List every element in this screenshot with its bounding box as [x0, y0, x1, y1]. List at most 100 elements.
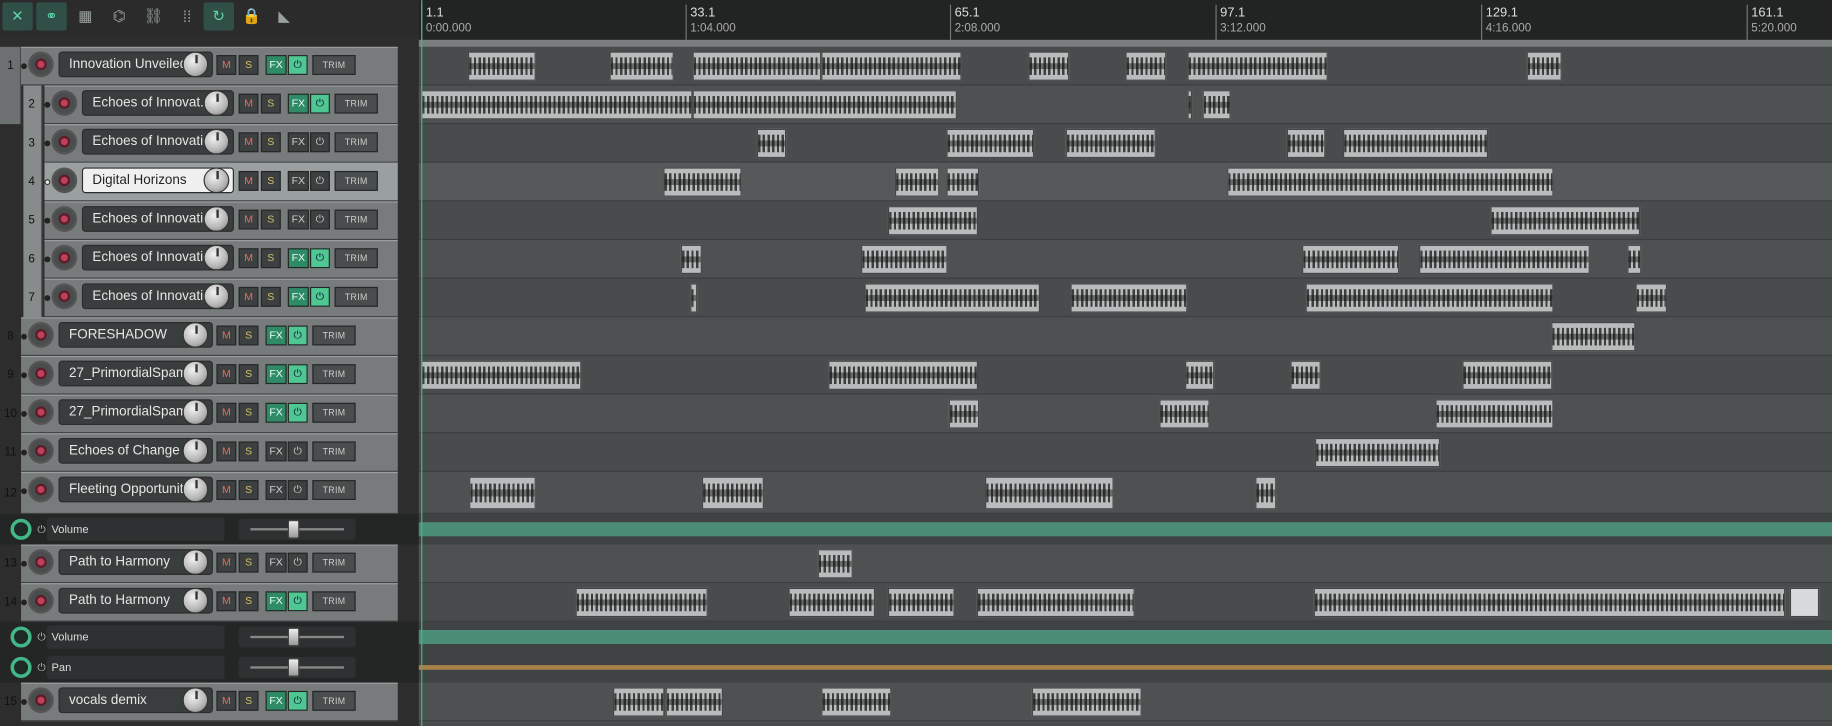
track-select-dot[interactable] [44, 140, 51, 147]
fx-button[interactable]: FX [287, 93, 309, 114]
track-select-dot[interactable] [44, 217, 51, 224]
trim-automation-button[interactable]: TRIM [312, 690, 356, 711]
record-arm-icon[interactable] [51, 167, 78, 194]
track-select-dot[interactable] [21, 488, 27, 495]
media-item[interactable] [1551, 322, 1636, 352]
fx-button[interactable]: FX [265, 325, 287, 346]
media-item[interactable] [1028, 51, 1070, 81]
track-select-dot[interactable] [21, 333, 27, 340]
mute-button[interactable]: M [238, 93, 259, 114]
fx-bypass-button[interactable]: ⏻ [310, 248, 330, 269]
solo-button[interactable]: S [238, 55, 259, 75]
record-arm-icon[interactable] [28, 587, 54, 614]
media-item[interactable] [613, 687, 665, 717]
fx-button[interactable]: FX [287, 209, 309, 230]
track-header-1[interactable]: 1 Innovation Unveiled M S FX ⏻ TRIM [0, 46, 419, 86]
mute-button[interactable]: M [216, 55, 237, 75]
media-item[interactable] [1435, 399, 1554, 429]
record-arm-icon[interactable] [28, 322, 54, 348]
mute-button[interactable]: M [216, 552, 237, 573]
media-item[interactable] [1286, 128, 1326, 159]
track-header-6[interactable]: 6 Echoes of Innovation M S FX ⏻ TRIM [0, 240, 419, 279]
media-item[interactable] [575, 587, 708, 618]
trim-automation-button[interactable]: TRIM [334, 248, 378, 269]
volume-knob-icon[interactable] [203, 167, 230, 194]
media-item[interactable] [828, 360, 979, 390]
envelope-line[interactable] [418, 522, 1832, 537]
media-item[interactable] [467, 51, 536, 81]
record-arm-icon[interactable] [28, 549, 54, 575]
solo-button[interactable]: S [260, 248, 281, 269]
track-lane-11[interactable] [418, 433, 1832, 472]
track-lane-12[interactable] [418, 471, 1832, 515]
fx-bypass-button[interactable]: ⏻ [287, 441, 308, 462]
envelope-fader[interactable] [238, 656, 356, 678]
volume-knob-icon[interactable] [182, 549, 209, 575]
record-arm-icon[interactable] [28, 687, 54, 714]
mute-button[interactable]: M [216, 325, 237, 346]
media-item[interactable] [976, 587, 1135, 618]
solo-button[interactable]: S [238, 364, 259, 385]
media-item[interactable] [1627, 244, 1642, 275]
envelope-bypass-icon[interactable]: ⏻ [37, 523, 45, 536]
trim-automation-button[interactable]: TRIM [312, 591, 356, 612]
media-item[interactable] [665, 687, 723, 717]
trim-automation-button[interactable]: TRIM [312, 325, 356, 346]
media-item[interactable] [680, 244, 702, 275]
envelope-lane-pan[interactable] [418, 652, 1832, 683]
envelope-fader[interactable] [238, 626, 356, 648]
fx-bypass-button[interactable]: ⏻ [287, 364, 308, 385]
mute-button[interactable]: M [238, 286, 259, 307]
media-item[interactable] [1031, 687, 1142, 717]
media-item[interactable] [1185, 360, 1215, 390]
media-item[interactable] [1462, 360, 1553, 390]
fx-button[interactable]: FX [287, 132, 309, 153]
media-item[interactable] [1255, 476, 1277, 510]
item-grouping-icon[interactable]: ⚭ [36, 2, 67, 31]
fx-bypass-button[interactable]: ⏻ [310, 93, 330, 114]
track-header-5[interactable]: 5 Echoes of Innovation M S FX ⏻ TRIM [0, 201, 419, 241]
media-item[interactable] [1313, 587, 1786, 618]
envelope-active-icon[interactable] [10, 656, 32, 678]
fader-thumb[interactable] [287, 658, 300, 677]
fx-button[interactable]: FX [265, 591, 287, 612]
media-item[interactable] [1065, 128, 1156, 159]
mute-button[interactable]: M [238, 248, 259, 269]
media-item[interactable] [946, 128, 1035, 159]
solo-button[interactable]: S [260, 170, 281, 191]
fx-button[interactable]: FX [265, 690, 287, 711]
solo-button[interactable]: S [238, 325, 259, 346]
media-item[interactable] [469, 476, 536, 510]
media-item[interactable] [985, 476, 1114, 510]
envelope-header-volume[interactable]: ⏻ Volume [0, 514, 419, 545]
trim-automation-button[interactable]: TRIM [334, 286, 378, 307]
volume-knob-icon[interactable] [182, 399, 209, 426]
track-select-dot[interactable] [44, 295, 51, 301]
fx-button[interactable]: FX [265, 364, 287, 385]
volume-knob-icon[interactable] [203, 128, 230, 155]
envelope-bypass-icon[interactable]: ⏻ [37, 662, 45, 675]
solo-button[interactable]: S [260, 93, 281, 114]
record-arm-icon[interactable] [28, 476, 54, 503]
trim-automation-button[interactable]: TRIM [312, 364, 356, 385]
mute-button[interactable]: M [238, 209, 259, 230]
lock-icon[interactable]: 🔒 [236, 2, 266, 30]
record-arm-icon[interactable] [51, 283, 78, 310]
media-item[interactable] [692, 90, 957, 120]
volume-knob-icon[interactable] [182, 476, 209, 503]
ruler-loop-bar[interactable] [418, 39, 1832, 47]
media-item[interactable] [1490, 206, 1641, 236]
media-item[interactable] [1305, 283, 1554, 313]
fx-button[interactable]: FX [265, 402, 287, 423]
solo-button[interactable]: S [238, 402, 259, 423]
media-item[interactable] [887, 587, 955, 618]
grid-lines-icon[interactable]: ⁞⁞ [172, 2, 202, 30]
trim-automation-button[interactable]: TRIM [312, 55, 356, 75]
track-select-dot[interactable] [21, 599, 27, 606]
solo-button[interactable]: S [238, 552, 259, 573]
media-item[interactable] [948, 399, 980, 429]
media-item[interactable] [692, 51, 822, 81]
track-select-dot[interactable] [21, 63, 27, 70]
fx-bypass-button[interactable]: ⏻ [287, 591, 308, 612]
track-select-dot[interactable] [21, 372, 27, 379]
